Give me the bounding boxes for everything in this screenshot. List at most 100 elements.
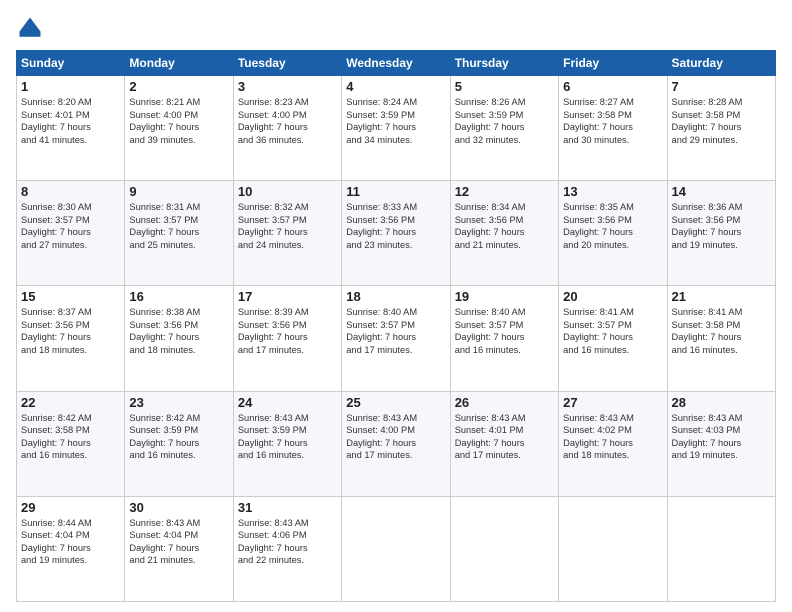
cell-content: Sunrise: 8:33 AM Sunset: 3:56 PM Dayligh… bbox=[346, 201, 445, 251]
logo bbox=[16, 14, 48, 42]
calendar-cell: 11Sunrise: 8:33 AM Sunset: 3:56 PM Dayli… bbox=[342, 181, 450, 286]
calendar-row: 22Sunrise: 8:42 AM Sunset: 3:58 PM Dayli… bbox=[17, 391, 776, 496]
day-number: 19 bbox=[455, 289, 554, 304]
calendar-table: SundayMondayTuesdayWednesdayThursdayFrid… bbox=[16, 50, 776, 602]
cell-content: Sunrise: 8:43 AM Sunset: 4:02 PM Dayligh… bbox=[563, 412, 662, 462]
cell-content: Sunrise: 8:39 AM Sunset: 3:56 PM Dayligh… bbox=[238, 306, 337, 356]
calendar-row: 15 Sunrise: 8:37 AM Sunset: 3:56 PM Dayli… bbox=[17, 286, 776, 391]
cell-content: Sunrise: 8:43 AM Sunset: 4:04 PM Dayligh… bbox=[129, 517, 228, 567]
day-number: 2 bbox=[129, 79, 228, 94]
calendar-cell: 22Sunrise: 8:42 AM Sunset: 3:58 PM Dayli… bbox=[17, 391, 125, 496]
cell-content: Sunrise: 8:26 AM Sunset: 3:59 PM Dayligh… bbox=[455, 96, 554, 146]
cell-content: Sunrise: 8:36 AM Sunset: 3:56 PM Dayligh… bbox=[672, 201, 771, 251]
cell-content: Sunrise: 8:30 AM Sunset: 3:57 PM Dayligh… bbox=[21, 201, 120, 251]
day-number: 26 bbox=[455, 395, 554, 410]
day-number: 28 bbox=[672, 395, 771, 410]
day-number: 4 bbox=[346, 79, 445, 94]
cell-content: Sunrise: 8:43 AM Sunset: 4:06 PM Dayligh… bbox=[238, 517, 337, 567]
calendar-cell: 13Sunrise: 8:35 AM Sunset: 3:56 PM Dayli… bbox=[559, 181, 667, 286]
day-number: 7 bbox=[672, 79, 771, 94]
cell-content: Sunrise: 8:27 AM Sunset: 3:58 PM Dayligh… bbox=[563, 96, 662, 146]
cell-content: Sunrise: 8:21 AM Sunset: 4:00 PM Dayligh… bbox=[129, 96, 228, 146]
weekday-header: Tuesday bbox=[233, 51, 341, 76]
cell-content: Sunrise: 8:44 AM Sunset: 4:04 PM Dayligh… bbox=[21, 517, 120, 567]
cell-content: Sunrise: 8:43 AM Sunset: 4:00 PM Dayligh… bbox=[346, 412, 445, 462]
calendar-row: 8 Sunrise: 8:30 AM Sunset: 3:57 PM Daylig… bbox=[17, 181, 776, 286]
calendar-cell: 18 Sunrise: 8:40 AM Sunset: 3:57 PM Dayli… bbox=[342, 286, 450, 391]
calendar-row: 1 Sunrise: 8:20 AM Sunset: 4:01 PM Daylig… bbox=[17, 76, 776, 181]
day-number: 23 bbox=[129, 395, 228, 410]
cell-content: Sunrise: 8:31 AM Sunset: 3:57 PM Dayligh… bbox=[129, 201, 228, 251]
calendar-row: 29 Sunrise: 8:44 AM Sunset: 4:04 PM Dayli… bbox=[17, 496, 776, 601]
day-number: 30 bbox=[129, 500, 228, 515]
day-number: 25 bbox=[346, 395, 445, 410]
calendar-cell: 31 Sunrise: 8:43 AM Sunset: 4:06 PM Dayli… bbox=[233, 496, 341, 601]
weekday-header: Saturday bbox=[667, 51, 775, 76]
day-number: 15 bbox=[21, 289, 120, 304]
cell-content: Sunrise: 8:42 AM Sunset: 3:59 PM Dayligh… bbox=[129, 412, 228, 462]
calendar-cell: 24Sunrise: 8:43 AM Sunset: 3:59 PM Dayli… bbox=[233, 391, 341, 496]
cell-content: Sunrise: 8:43 AM Sunset: 4:01 PM Dayligh… bbox=[455, 412, 554, 462]
cell-content: Sunrise: 8:42 AM Sunset: 3:58 PM Dayligh… bbox=[21, 412, 120, 462]
day-number: 24 bbox=[238, 395, 337, 410]
calendar-cell: 26 Sunrise: 8:43 AM Sunset: 4:01 PM Dayli… bbox=[450, 391, 558, 496]
calendar-cell: 1 Sunrise: 8:20 AM Sunset: 4:01 PM Daylig… bbox=[17, 76, 125, 181]
calendar-cell bbox=[667, 496, 775, 601]
day-number: 17 bbox=[238, 289, 337, 304]
calendar-cell: 30 Sunrise: 8:43 AM Sunset: 4:04 PM Dayli… bbox=[125, 496, 233, 601]
cell-content: Sunrise: 8:37 AM Sunset: 3:56 PM Dayligh… bbox=[21, 306, 120, 356]
day-number: 29 bbox=[21, 500, 120, 515]
calendar-cell bbox=[450, 496, 558, 601]
calendar-cell: 3 Sunrise: 8:23 AM Sunset: 4:00 PM Daylig… bbox=[233, 76, 341, 181]
cell-content: Sunrise: 8:43 AM Sunset: 4:03 PM Dayligh… bbox=[672, 412, 771, 462]
cell-content: Sunrise: 8:32 AM Sunset: 3:57 PM Dayligh… bbox=[238, 201, 337, 251]
day-number: 5 bbox=[455, 79, 554, 94]
day-number: 20 bbox=[563, 289, 662, 304]
day-number: 9 bbox=[129, 184, 228, 199]
cell-content: Sunrise: 8:20 AM Sunset: 4:01 PM Dayligh… bbox=[21, 96, 120, 146]
calendar-cell: 16Sunrise: 8:38 AM Sunset: 3:56 PM Dayli… bbox=[125, 286, 233, 391]
calendar-cell: 20 Sunrise: 8:41 AM Sunset: 3:57 PM Dayli… bbox=[559, 286, 667, 391]
calendar-cell: 25 Sunrise: 8:43 AM Sunset: 4:00 PM Dayli… bbox=[342, 391, 450, 496]
cell-content: Sunrise: 8:24 AM Sunset: 3:59 PM Dayligh… bbox=[346, 96, 445, 146]
day-number: 1 bbox=[21, 79, 120, 94]
day-number: 8 bbox=[21, 184, 120, 199]
day-number: 27 bbox=[563, 395, 662, 410]
weekday-header: Sunday bbox=[17, 51, 125, 76]
cell-content: Sunrise: 8:41 AM Sunset: 3:57 PM Dayligh… bbox=[563, 306, 662, 356]
cell-content: Sunrise: 8:34 AM Sunset: 3:56 PM Dayligh… bbox=[455, 201, 554, 251]
cell-content: Sunrise: 8:40 AM Sunset: 3:57 PM Dayligh… bbox=[346, 306, 445, 356]
day-number: 3 bbox=[238, 79, 337, 94]
calendar-cell: 21Sunrise: 8:41 AM Sunset: 3:58 PM Dayli… bbox=[667, 286, 775, 391]
calendar-cell: 29 Sunrise: 8:44 AM Sunset: 4:04 PM Dayli… bbox=[17, 496, 125, 601]
calendar-cell: 27 Sunrise: 8:43 AM Sunset: 4:02 PM Dayli… bbox=[559, 391, 667, 496]
header bbox=[16, 14, 776, 42]
calendar-cell: 15 Sunrise: 8:37 AM Sunset: 3:56 PM Dayli… bbox=[17, 286, 125, 391]
cell-content: Sunrise: 8:40 AM Sunset: 3:57 PM Dayligh… bbox=[455, 306, 554, 356]
calendar-cell: 23 Sunrise: 8:42 AM Sunset: 3:59 PM Dayli… bbox=[125, 391, 233, 496]
weekday-header: Friday bbox=[559, 51, 667, 76]
calendar-cell: 14Sunrise: 8:36 AM Sunset: 3:56 PM Dayli… bbox=[667, 181, 775, 286]
calendar-cell: 4 Sunrise: 8:24 AM Sunset: 3:59 PM Daylig… bbox=[342, 76, 450, 181]
calendar-cell: 8 Sunrise: 8:30 AM Sunset: 3:57 PM Daylig… bbox=[17, 181, 125, 286]
weekday-header: Wednesday bbox=[342, 51, 450, 76]
cell-content: Sunrise: 8:38 AM Sunset: 3:56 PM Dayligh… bbox=[129, 306, 228, 356]
day-number: 12 bbox=[455, 184, 554, 199]
cell-content: Sunrise: 8:35 AM Sunset: 3:56 PM Dayligh… bbox=[563, 201, 662, 251]
cell-content: Sunrise: 8:23 AM Sunset: 4:00 PM Dayligh… bbox=[238, 96, 337, 146]
calendar-cell: 2 Sunrise: 8:21 AM Sunset: 4:00 PM Daylig… bbox=[125, 76, 233, 181]
calendar-cell: 7 Sunrise: 8:28 AM Sunset: 3:58 PM Daylig… bbox=[667, 76, 775, 181]
day-number: 18 bbox=[346, 289, 445, 304]
calendar-cell: 12 Sunrise: 8:34 AM Sunset: 3:56 PM Dayli… bbox=[450, 181, 558, 286]
calendar-cell: 10Sunrise: 8:32 AM Sunset: 3:57 PM Dayli… bbox=[233, 181, 341, 286]
weekday-header: Monday bbox=[125, 51, 233, 76]
calendar-cell: 9 Sunrise: 8:31 AM Sunset: 3:57 PM Daylig… bbox=[125, 181, 233, 286]
calendar-cell: 19 Sunrise: 8:40 AM Sunset: 3:57 PM Dayli… bbox=[450, 286, 558, 391]
calendar-cell: 28 Sunrise: 8:43 AM Sunset: 4:03 PM Dayli… bbox=[667, 391, 775, 496]
logo-icon bbox=[16, 14, 44, 42]
calendar-cell: 6Sunrise: 8:27 AM Sunset: 3:58 PM Daylig… bbox=[559, 76, 667, 181]
day-number: 31 bbox=[238, 500, 337, 515]
cell-content: Sunrise: 8:28 AM Sunset: 3:58 PM Dayligh… bbox=[672, 96, 771, 146]
weekday-header: Thursday bbox=[450, 51, 558, 76]
day-number: 21 bbox=[672, 289, 771, 304]
